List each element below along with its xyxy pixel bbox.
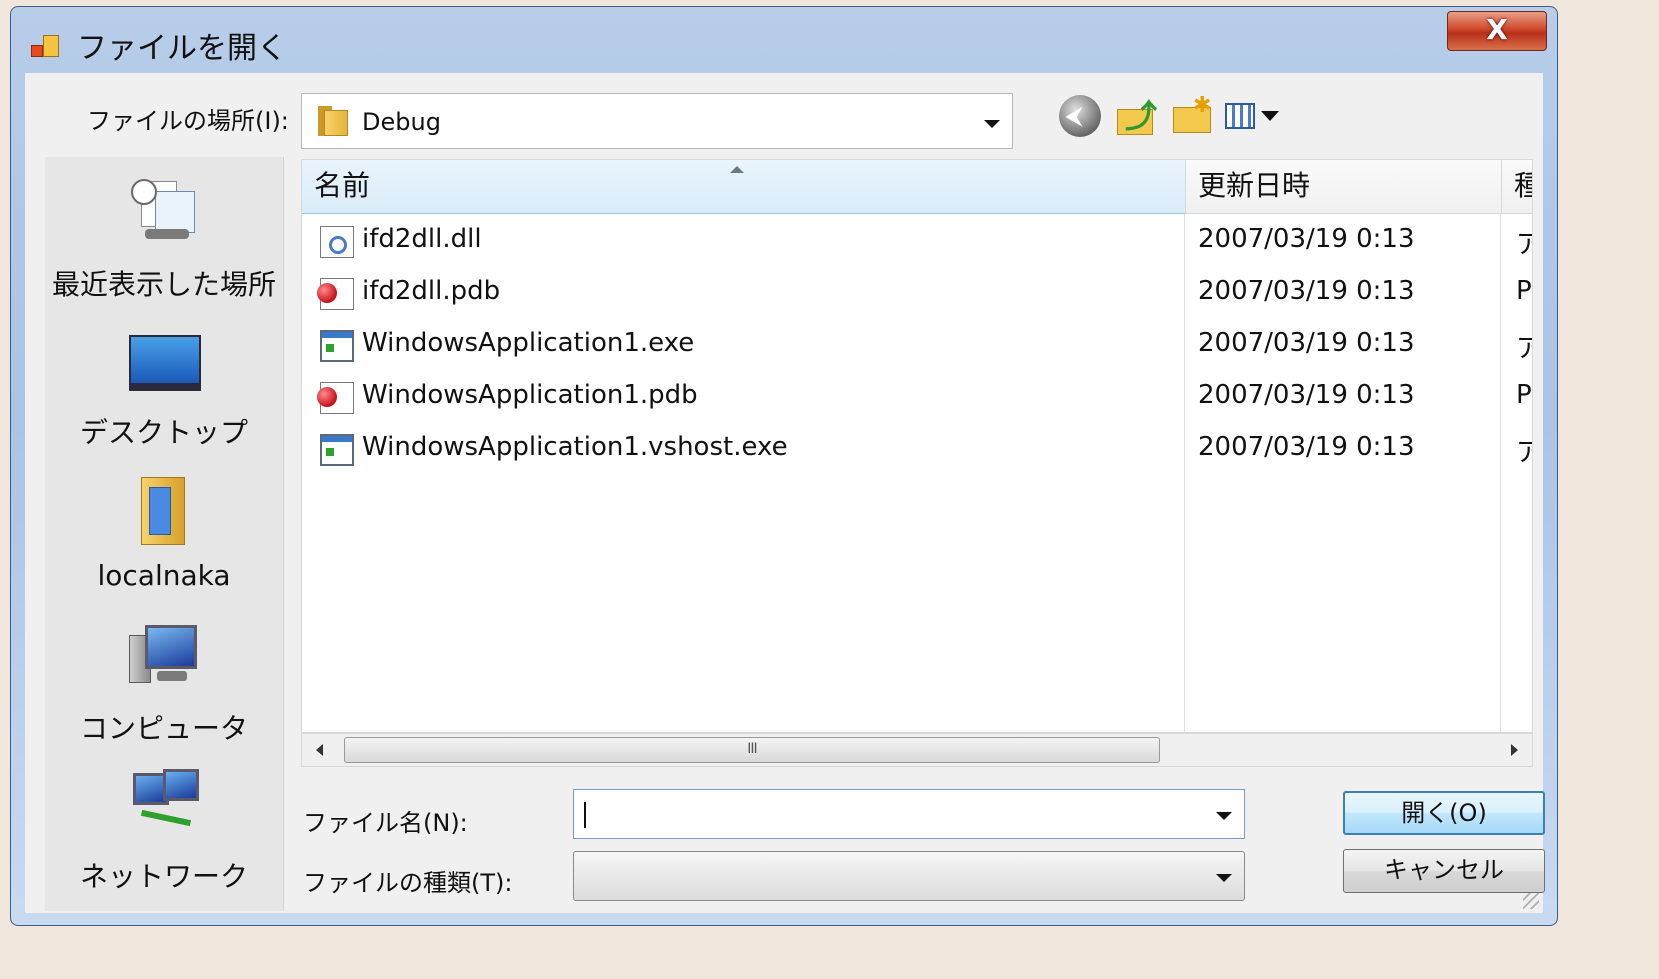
filename-label: ファイル名(N): <box>303 809 468 837</box>
pdb-file-icon <box>317 278 354 310</box>
file-row[interactable]: WindowsApplication1.pdb 2007/03/19 0:13 … <box>302 372 1532 424</box>
file-type: ア <box>1516 328 1532 365</box>
app-icon <box>31 33 61 59</box>
file-name: ifd2dll.pdb <box>362 276 501 306</box>
file-row[interactable]: ifd2dll.pdb 2007/03/19 0:13 P <box>302 268 1532 320</box>
resize-grip[interactable] <box>1523 893 1539 909</box>
chevron-down-icon[interactable] <box>1216 874 1232 882</box>
file-row[interactable]: ifd2dll.dll 2007/03/19 0:13 ア <box>302 216 1532 268</box>
file-date: 2007/03/19 0:13 <box>1198 328 1415 358</box>
column-header-type[interactable]: 種 <box>1502 160 1532 214</box>
sort-ascending-icon <box>730 166 744 173</box>
filetype-select[interactable] <box>573 851 1245 901</box>
close-button[interactable]: X <box>1447 11 1547 51</box>
dll-file-icon <box>320 226 354 258</box>
recent-places-icon <box>127 177 203 249</box>
folder-icon <box>318 106 348 136</box>
file-date: 2007/03/19 0:13 <box>1198 380 1415 410</box>
back-arrow-icon: ⮜ <box>1066 104 1082 129</box>
column-header-date[interactable]: 更新日時 <box>1186 160 1502 214</box>
place-user[interactable]: localnaka <box>45 465 283 605</box>
place-computer[interactable]: コンピュータ <box>45 613 283 753</box>
scroll-right-icon[interactable] <box>1511 744 1518 756</box>
back-button[interactable]: ⮜ <box>1059 95 1101 137</box>
open-button[interactable]: 開く(O) <box>1343 791 1545 835</box>
file-name: WindowsApplication1.exe <box>362 328 695 358</box>
network-icon <box>127 769 203 841</box>
horizontal-scrollbar[interactable]: III <box>301 733 1533 767</box>
file-name: WindowsApplication1.vshost.exe <box>362 432 788 462</box>
filename-input[interactable] <box>573 789 1245 839</box>
title-bar[interactable]: ファイルを開く X <box>11 7 1557 73</box>
file-list[interactable]: 名前 更新日時 種 ifd2dll.dll 2007/03/19 0:13 ア … <box>301 159 1533 733</box>
place-label: localnaka <box>97 559 231 592</box>
file-name: ifd2dll.dll <box>362 224 482 254</box>
exe-file-icon <box>320 330 354 362</box>
computer-icon <box>127 621 203 693</box>
file-date: 2007/03/19 0:13 <box>1198 224 1415 254</box>
dialog-client-area: ファイルの場所(I): Debug ⮜ ⤴ ✱ 最近表示した場所 デスクトップ … <box>25 73 1545 913</box>
text-caret <box>584 802 586 828</box>
chevron-down-icon <box>1261 111 1279 121</box>
scroll-left-icon[interactable] <box>316 744 323 756</box>
view-menu-button[interactable] <box>1221 95 1285 137</box>
user-folder-icon <box>127 473 203 545</box>
file-row[interactable]: WindowsApplication1.vshost.exe 2007/03/1… <box>302 424 1532 476</box>
places-bar: 最近表示した場所 デスクトップ localnaka コンピュータ ネットワーク <box>45 157 284 911</box>
file-name: WindowsApplication1.pdb <box>362 380 698 410</box>
file-type: ア <box>1516 432 1532 469</box>
filetype-label: ファイルの種類(T): <box>303 869 513 897</box>
column-header-name[interactable]: 名前 <box>302 160 1186 214</box>
up-folder-button[interactable]: ⤴ <box>1115 95 1157 137</box>
place-recent[interactable]: 最近表示した場所 <box>45 169 283 309</box>
place-network[interactable]: ネットワーク <box>45 761 283 901</box>
view-grid-icon <box>1225 103 1255 129</box>
chevron-down-icon[interactable] <box>984 120 1000 128</box>
place-label: ネットワーク <box>79 860 248 893</box>
open-file-dialog: ファイルを開く X ファイルの場所(I): Debug ⮜ ⤴ ✱ 最近表示した… <box>10 6 1558 926</box>
chevron-down-icon[interactable] <box>1216 812 1232 820</box>
new-folder-button[interactable]: ✱ <box>1171 93 1213 137</box>
exe-file-icon <box>320 434 354 466</box>
place-desktop[interactable]: デスクトップ <box>45 317 283 457</box>
location-value: Debug <box>362 108 441 136</box>
file-date: 2007/03/19 0:13 <box>1198 276 1415 306</box>
file-type: P <box>1516 380 1532 410</box>
desktop-icon <box>127 325 203 397</box>
file-type: P <box>1516 276 1532 306</box>
scrollbar-thumb[interactable]: III <box>344 737 1160 763</box>
place-label: デスクトップ <box>79 416 248 449</box>
file-date: 2007/03/19 0:13 <box>1198 432 1415 462</box>
file-type: ア <box>1516 224 1532 261</box>
place-label: 最近表示した場所 <box>51 268 276 301</box>
location-combobox[interactable]: Debug <box>301 93 1013 149</box>
window-title: ファイルを開く <box>77 31 287 66</box>
location-label: ファイルの場所(I): <box>87 107 289 135</box>
cancel-button[interactable]: キャンセル <box>1343 849 1545 893</box>
pdb-file-icon <box>317 382 354 414</box>
file-row[interactable]: WindowsApplication1.exe 2007/03/19 0:13 … <box>302 320 1532 372</box>
place-label: コンピュータ <box>79 712 248 745</box>
